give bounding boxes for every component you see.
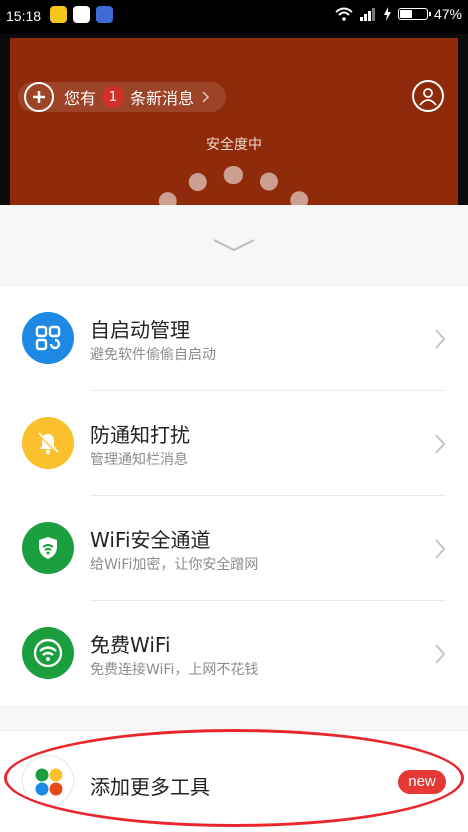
- status-bar: 15:18 47%: [0, 0, 468, 34]
- tools-grid-icon: [22, 755, 74, 807]
- message-suffix: 条新消息: [130, 89, 195, 108]
- battery-percent: 47%: [433, 6, 462, 22]
- safety-gauge: [128, 166, 340, 208]
- notification-icons: [50, 6, 113, 23]
- tools-list: 自启动管理 避免软件偷偷自启动 防通知打扰 管理通知栏消息 WiFi安全通道 给…: [0, 285, 468, 707]
- tools-panel: 自启动管理 避免软件偷偷自启动 防通知打扰 管理通知栏消息 WiFi安全通道 给…: [0, 205, 468, 832]
- message-count-badge: 1: [102, 86, 125, 108]
- tool-title: WiFi安全通道: [90, 528, 211, 552]
- chevron-right-icon: [434, 433, 446, 459]
- tool-title: 免费WiFi: [90, 633, 171, 657]
- security-header: 您有 1 条新消息 安全度中: [0, 34, 468, 208]
- chevron-right-icon: [434, 538, 446, 564]
- wifi-signal-icon: [335, 7, 353, 21]
- wifi-icon: [22, 627, 74, 679]
- tool-item-notification[interactable]: 防通知打扰 管理通知栏消息: [0, 391, 468, 496]
- tool-subtitle: 免费连接WiFi，上网不花钱: [90, 662, 259, 678]
- tool-subtitle: 避免软件偷偷自启动: [90, 347, 216, 363]
- plus-icon: [24, 82, 54, 112]
- message-prefix: 您有: [64, 89, 97, 108]
- collapse-handle[interactable]: [0, 205, 468, 285]
- qq-icon: [73, 6, 90, 23]
- app-grid-icon: [22, 312, 74, 364]
- tool-item-autostart[interactable]: 自启动管理 避免软件偷偷自启动: [0, 286, 468, 391]
- new-badge: new: [398, 770, 446, 794]
- tool-subtitle: 给WiFi加密，让你安全蹭网: [90, 557, 259, 573]
- tool-title: 防通知打扰: [90, 423, 190, 447]
- tool-item-wifi-secure[interactable]: WiFi安全通道 给WiFi加密，让你安全蹭网: [0, 496, 468, 601]
- add-more-tools-label: 添加更多工具: [90, 775, 210, 799]
- status-right: 47%: [335, 6, 462, 22]
- messenger-icon: [96, 6, 113, 23]
- bell-off-icon: [22, 417, 74, 469]
- chevron-right-icon: [202, 88, 210, 107]
- charging-icon: [383, 7, 391, 21]
- shield-wifi-icon: [22, 522, 74, 574]
- tool-item-free-wifi[interactable]: 免费WiFi 免费连接WiFi，上网不花钱: [0, 601, 468, 706]
- cell-signal-icon: [359, 8, 375, 21]
- safety-level-label: 安全度中: [206, 137, 262, 153]
- tool-title: 自启动管理: [90, 318, 190, 342]
- security-header-background: 您有 1 条新消息 安全度中: [10, 38, 458, 208]
- status-time: 15:18: [6, 8, 42, 24]
- wechat-icon: [50, 6, 67, 23]
- chevron-right-icon: [434, 328, 446, 354]
- user-avatar-icon[interactable]: [412, 80, 444, 112]
- add-more-tools-item[interactable]: 添加更多工具 new: [0, 730, 468, 832]
- tool-subtitle: 管理通知栏消息: [90, 452, 188, 468]
- chevron-right-icon: [434, 643, 446, 669]
- new-message-pill[interactable]: 您有 1 条新消息: [18, 82, 226, 112]
- battery-icon: [397, 8, 431, 20]
- chevron-down-icon: [213, 239, 255, 252]
